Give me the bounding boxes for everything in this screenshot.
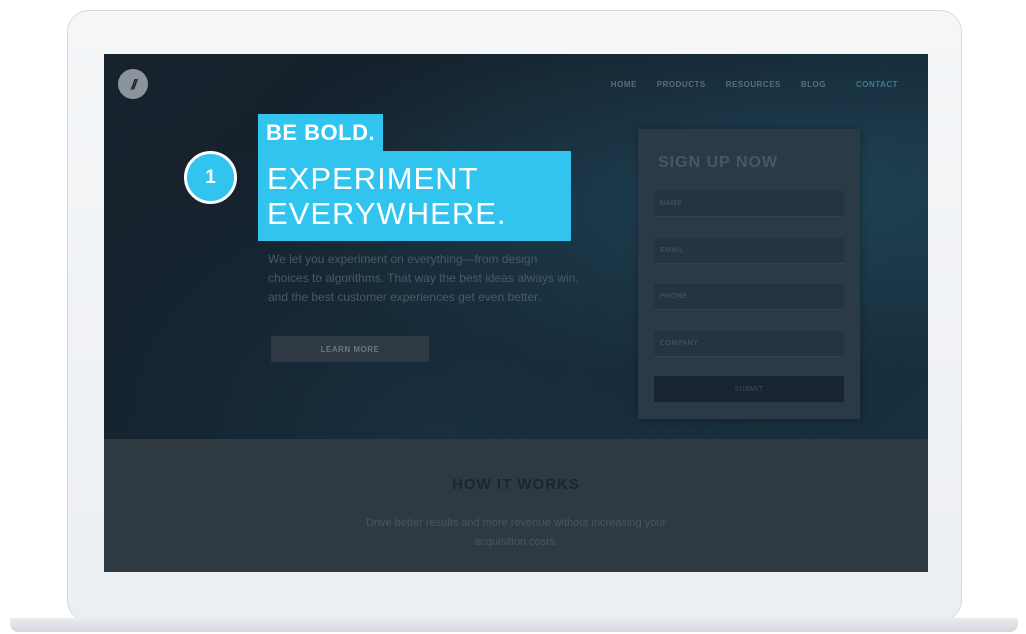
hero-headline: EXPERIMENT EVERYWHERE. bbox=[258, 151, 571, 241]
how-it-works-title: HOW IT WORKS bbox=[452, 476, 580, 493]
laptop-base bbox=[10, 618, 1018, 632]
logo[interactable]: // bbox=[118, 69, 148, 99]
nav-item-products[interactable]: PRODUCTS bbox=[657, 80, 706, 89]
laptop-screen: // HOME PRODUCTS RESOURCES BLOG CONTACT … bbox=[104, 54, 928, 572]
hero-tagline: BE BOLD. bbox=[258, 114, 384, 151]
company-field[interactable]: COMPANY bbox=[654, 331, 844, 357]
name-field[interactable]: NAME bbox=[654, 191, 844, 217]
hero-headline-line-1: EXPERIMENT bbox=[267, 161, 479, 196]
how-it-works-description: Drive better results and more revenue wi… bbox=[365, 517, 667, 548]
hero-section: // HOME PRODUCTS RESOURCES BLOG CONTACT … bbox=[104, 54, 928, 439]
submit-button[interactable]: SUBMIT bbox=[654, 376, 844, 402]
main-nav: HOME PRODUCTS RESOURCES BLOG CONTACT bbox=[591, 80, 898, 89]
nav-item-contact[interactable]: CONTACT bbox=[856, 80, 898, 89]
nav-item-blog[interactable]: BLOG bbox=[801, 80, 826, 89]
email-field[interactable]: EMAIL bbox=[654, 238, 844, 264]
nav-item-home[interactable]: HOME bbox=[611, 80, 637, 89]
phone-field[interactable]: PHONE bbox=[654, 284, 844, 310]
signup-form: SIGN UP NOW NAME EMAIL PHONE COMPANY SUB… bbox=[638, 129, 860, 419]
nav-item-resources[interactable]: RESOURCES bbox=[726, 80, 781, 89]
step-number-badge: 1 bbox=[184, 151, 237, 204]
learn-more-button[interactable]: LEARN MORE bbox=[271, 336, 429, 362]
how-it-works-section: HOW IT WORKS Drive better results and mo… bbox=[104, 439, 928, 572]
hero-headline-line-2: EVERYWHERE. bbox=[267, 196, 507, 231]
hero-description: We let you experiment on everything—from… bbox=[268, 252, 579, 304]
signup-title: SIGN UP NOW bbox=[658, 154, 779, 171]
